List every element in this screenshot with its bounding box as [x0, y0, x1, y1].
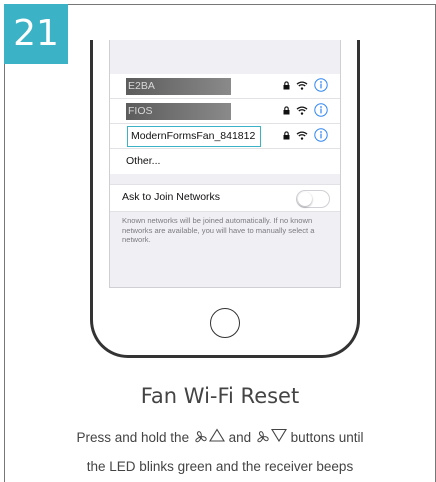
network-row[interactable]: E2BA [110, 74, 340, 99]
lock-icon [283, 105, 290, 115]
network-name-redacted: E2BA [126, 78, 231, 95]
home-button[interactable] [210, 308, 240, 338]
network-row-selected[interactable]: ModernFormsFan_841812 [110, 124, 340, 149]
phone-screen: E2BA FIOS ModernFormsFan_841812 Other...… [109, 40, 341, 288]
instruction-line-1: Press and hold the and buttons until [4, 428, 436, 447]
toggle-knob [298, 192, 312, 206]
step-number-badge: 21 [4, 4, 68, 64]
fan-icon [194, 430, 208, 447]
triangle-up-icon [208, 428, 225, 445]
lock-icon [283, 130, 290, 140]
other-network-label: Other... [126, 155, 161, 167]
phone-illustration: E2BA FIOS ModernFormsFan_841812 Other...… [90, 40, 360, 358]
ask-to-join-toggle[interactable] [296, 190, 330, 208]
wifi-icon [296, 105, 308, 115]
ask-to-join-row: Ask to Join Networks [110, 184, 340, 212]
info-icon[interactable] [314, 78, 328, 92]
fan-icon [256, 430, 270, 447]
instruction-text: and [228, 430, 252, 445]
ask-to-join-hint: Known networks will be joined automatica… [122, 216, 315, 244]
network-name: ModernFormsFan_841812 [131, 130, 256, 142]
wifi-icon [296, 130, 308, 140]
triangle-down-icon [270, 428, 287, 445]
ask-to-join-label: Ask to Join Networks [122, 191, 221, 203]
network-name-redacted: FIOS [126, 103, 231, 120]
info-icon[interactable] [314, 103, 328, 117]
page-title: Fan Wi-Fi Reset [140, 384, 300, 408]
instruction-text: buttons until [290, 430, 364, 445]
network-row[interactable]: FIOS [110, 99, 340, 124]
other-network-row[interactable]: Other... [110, 149, 340, 174]
wifi-icon [296, 80, 308, 90]
instruction-text: Press and hold the [76, 430, 190, 445]
lock-icon [283, 80, 290, 90]
instruction-line-2: the LED blinks green and the receiver be… [86, 459, 354, 474]
info-icon[interactable] [314, 128, 328, 142]
wifi-network-list: E2BA FIOS ModernFormsFan_841812 Other... [110, 74, 340, 174]
